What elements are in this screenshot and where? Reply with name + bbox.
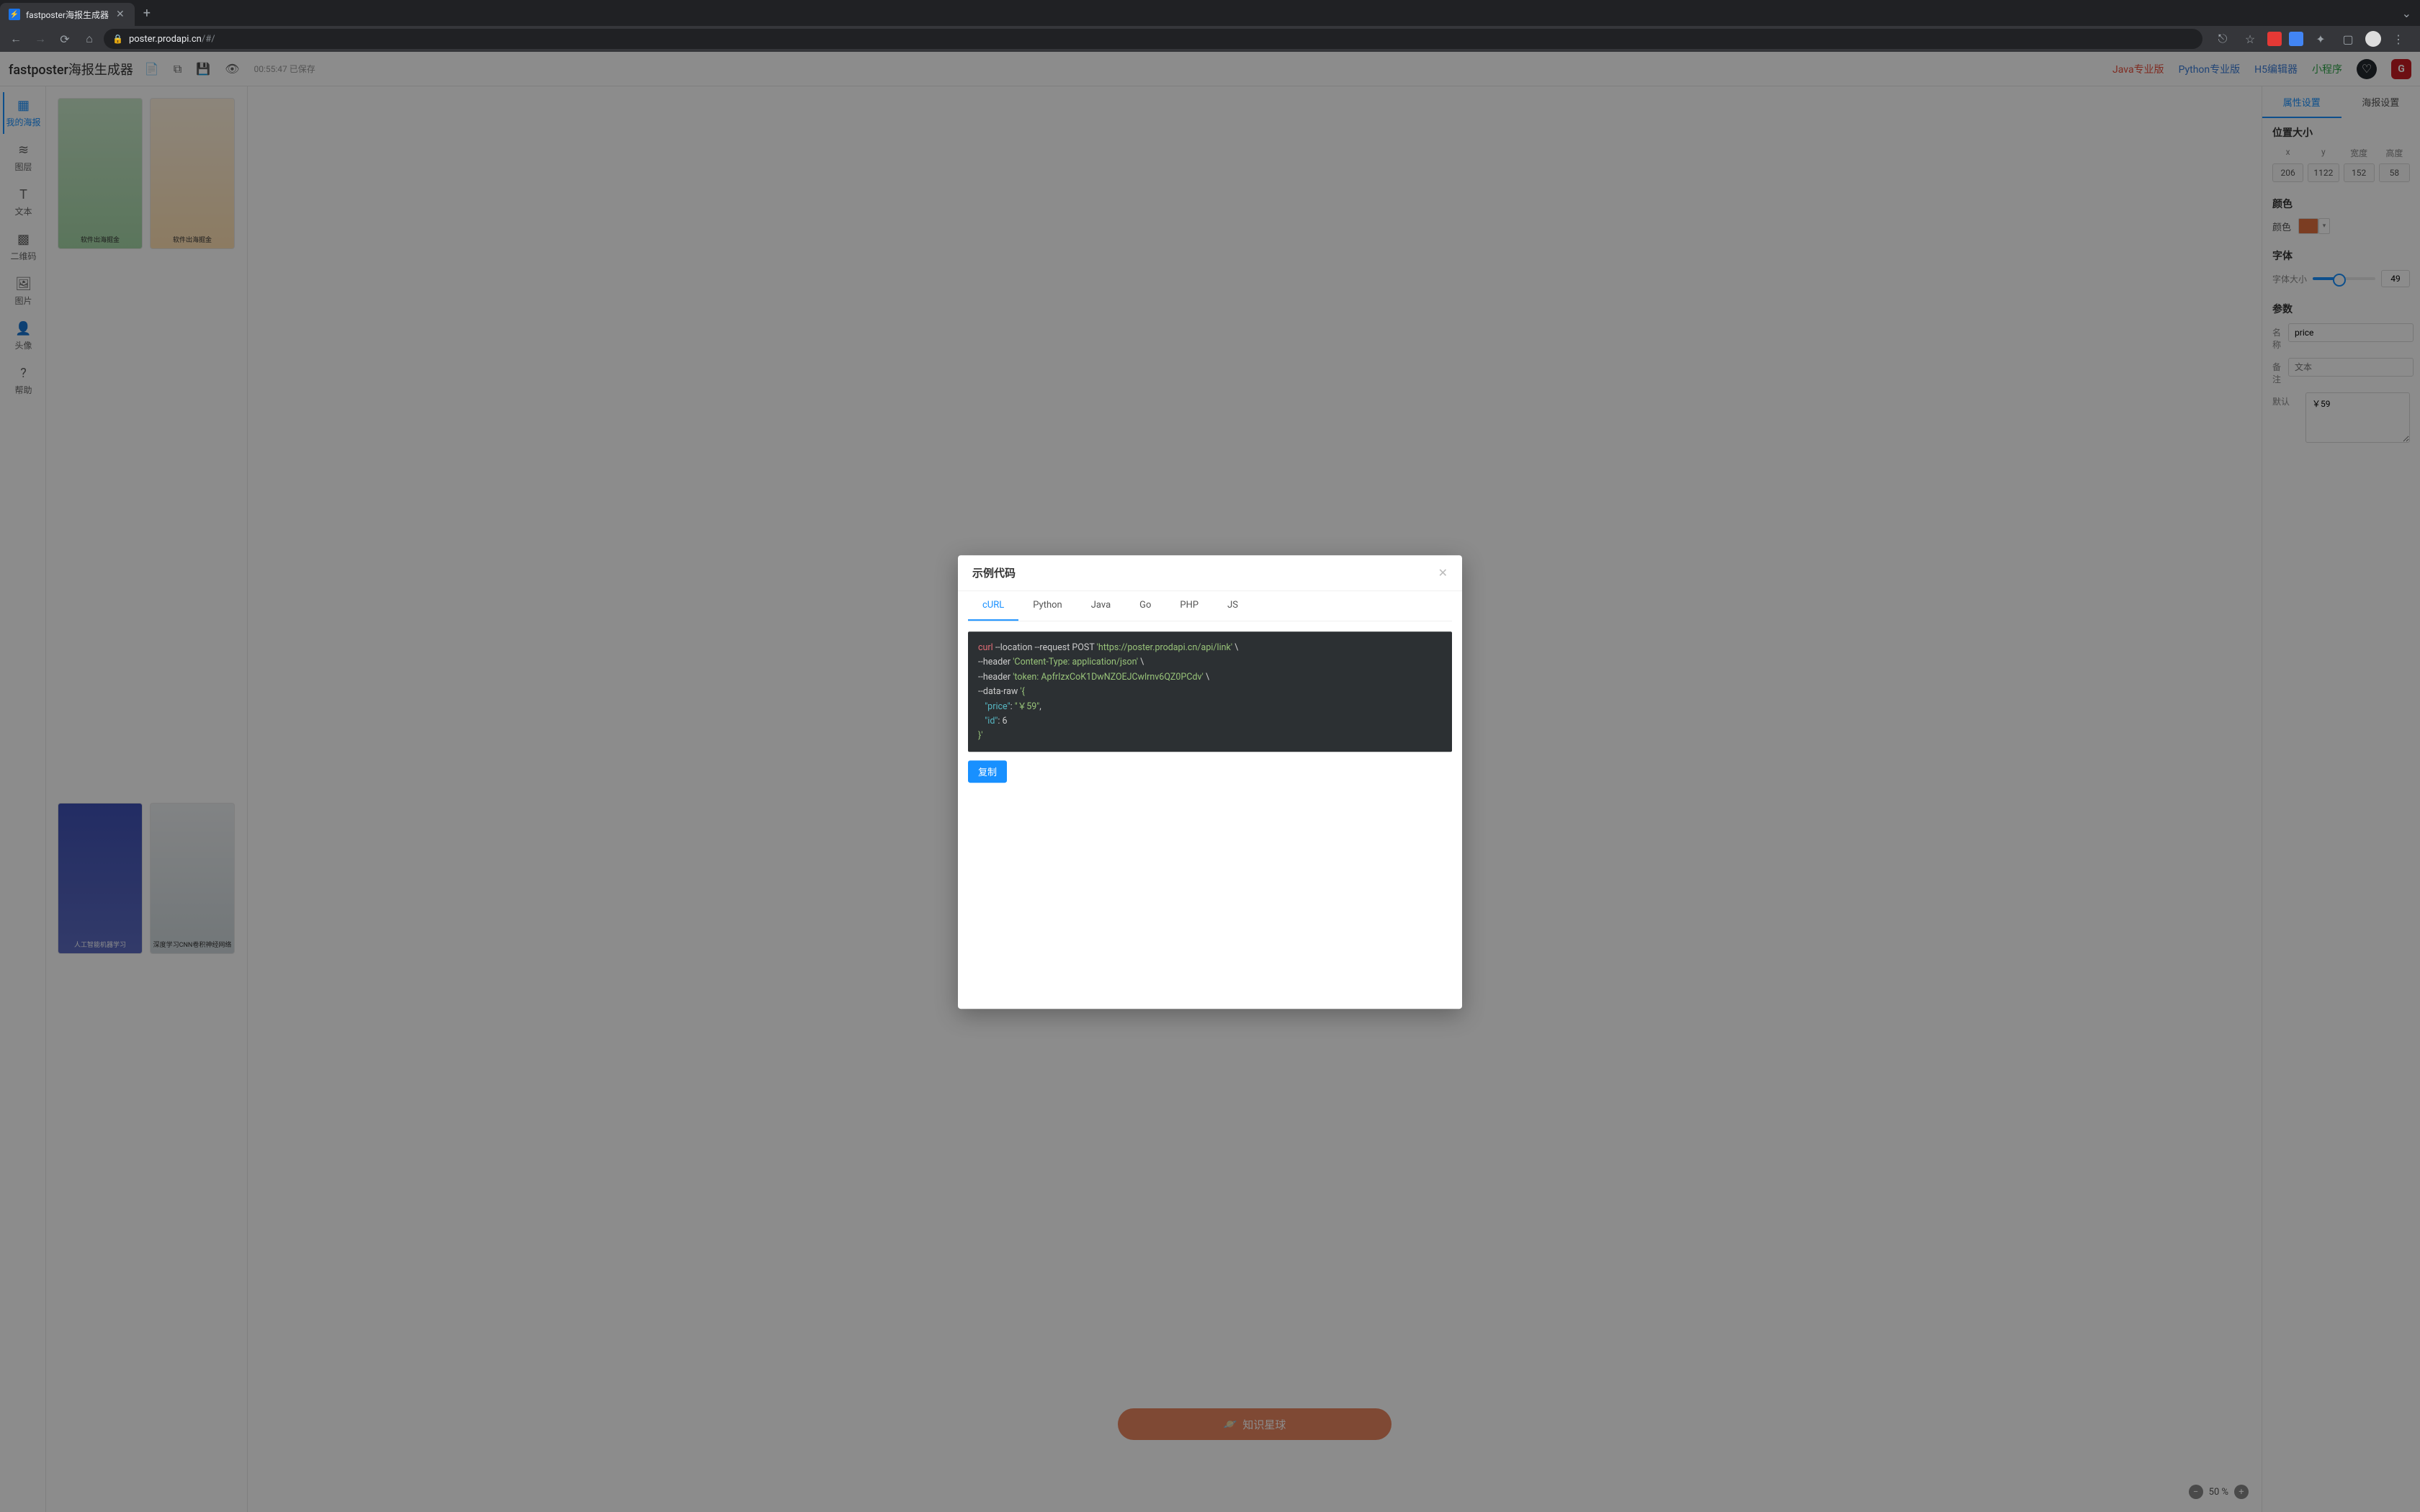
close-icon[interactable]: ✕	[1438, 566, 1448, 580]
panel-icon[interactable]: ▢	[2338, 29, 2358, 49]
code-block[interactable]: curl --location --request POST 'https://…	[968, 631, 1452, 752]
kebab-icon[interactable]: ⋮	[2388, 32, 2408, 46]
new-tab-button[interactable]: +	[135, 6, 159, 21]
tab-curl[interactable]: cURL	[968, 591, 1018, 621]
back-button[interactable]: ←	[6, 29, 26, 49]
profile-avatar[interactable]	[2365, 31, 2381, 47]
tab-title: fastposter海报生成器	[26, 9, 109, 21]
copy-button[interactable]: 复制	[968, 760, 1007, 783]
close-icon[interactable]: ✕	[115, 7, 126, 22]
forward-button: →	[30, 29, 50, 49]
puzzle-icon[interactable]: ✦	[2311, 29, 2331, 49]
modal-title: 示例代码	[972, 565, 1016, 580]
nav-bar: ← → ⟳ ⌂ 🔒 poster.prodapi.cn/#/ ⎋ ☆ ✦ ▢ ⋮	[0, 26, 2420, 52]
tab-js[interactable]: JS	[1213, 591, 1252, 621]
chevron-down-icon[interactable]: ⌄	[2393, 6, 2420, 20]
tab-python[interactable]: Python	[1018, 591, 1076, 621]
star-icon[interactable]: ☆	[2240, 29, 2260, 49]
address-bar[interactable]: 🔒 poster.prodapi.cn/#/	[104, 29, 2202, 49]
browser-tab[interactable]: ⚡ fastposter海报生成器 ✕	[0, 3, 135, 26]
extension-icon[interactable]	[2289, 32, 2303, 46]
code-tabs: cURL Python Java Go PHP JS	[968, 591, 1452, 621]
code-modal: 示例代码 ✕ cURL Python Java Go PHP JS curl -…	[958, 555, 1462, 1009]
lock-icon: 🔒	[112, 34, 123, 44]
home-button[interactable]: ⌂	[79, 29, 99, 49]
favicon-icon: ⚡	[9, 9, 20, 20]
tab-go[interactable]: Go	[1125, 591, 1165, 621]
extension-icons: ⎋ ☆ ✦ ▢ ⋮	[2207, 29, 2414, 49]
tab-php[interactable]: PHP	[1165, 591, 1213, 621]
extension-icon[interactable]	[2267, 32, 2282, 46]
share-icon[interactable]: ⎋	[2213, 29, 2233, 49]
url-text: poster.prodapi.cn/#/	[129, 34, 215, 45]
tab-bar: ⚡ fastposter海报生成器 ✕ + ⌄	[0, 0, 2420, 26]
tab-java[interactable]: Java	[1077, 591, 1125, 621]
reload-button[interactable]: ⟳	[55, 29, 75, 49]
browser-chrome: ⚡ fastposter海报生成器 ✕ + ⌄ ← → ⟳ ⌂ 🔒 poster…	[0, 0, 2420, 52]
